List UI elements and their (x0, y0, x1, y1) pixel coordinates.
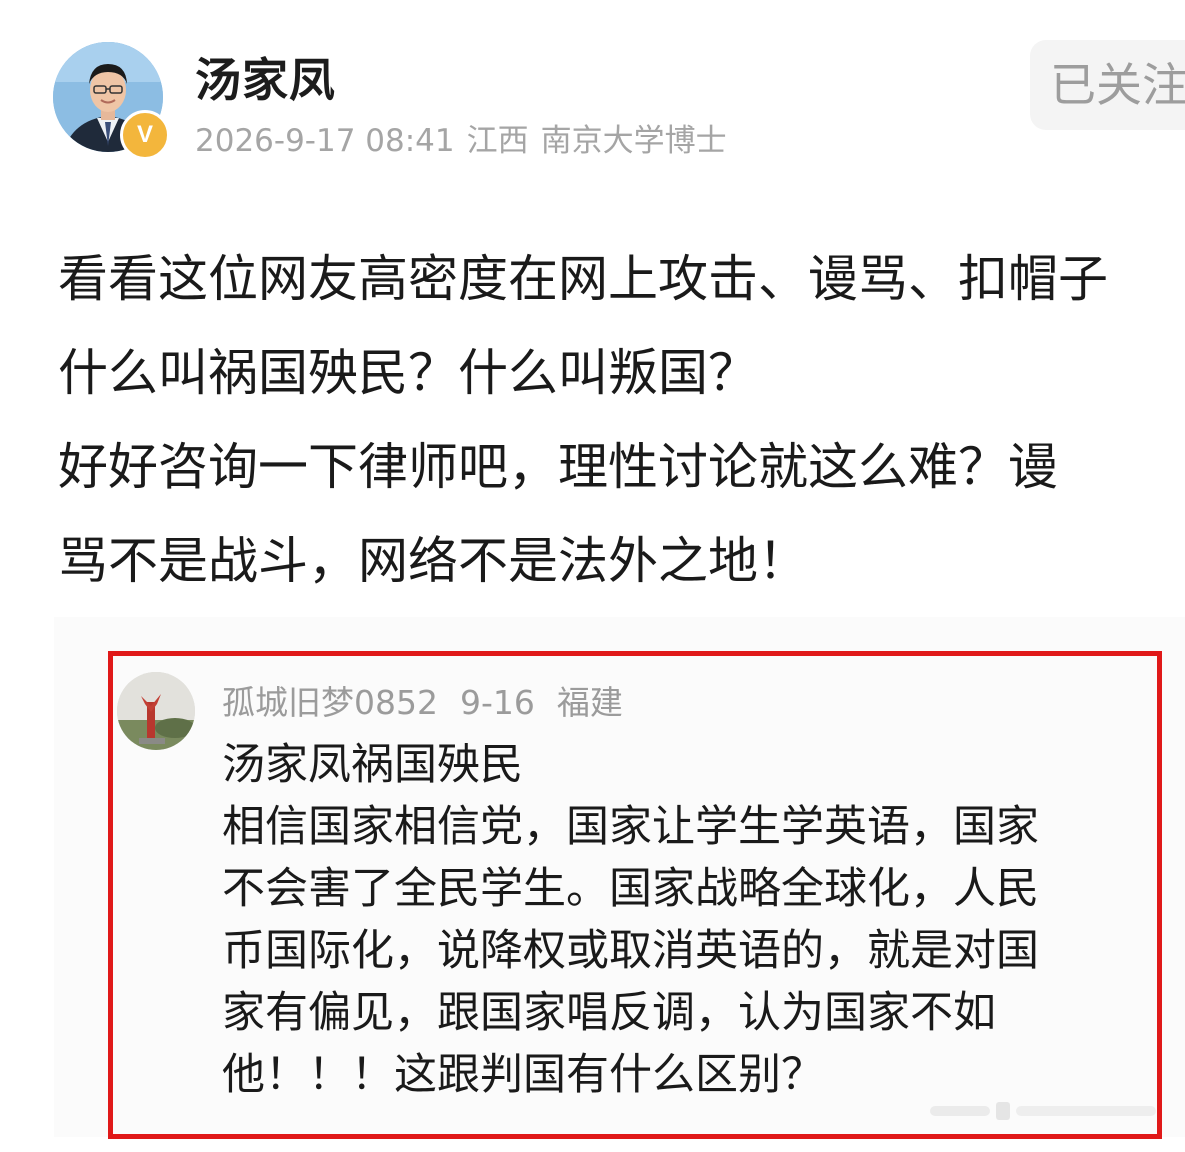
follow-button[interactable]: 已关注 (1030, 40, 1185, 130)
post-line: 什么叫祸国殃民？什么叫叛国？ (58, 344, 758, 402)
author-tag: 南京大学博士 (540, 123, 727, 159)
post-line: 看看这位网友高密度在网上攻击、谩骂、扣帽子 (58, 250, 1108, 308)
post-content: 看看这位网友高密度在网上攻击、谩骂、扣帽子 什么叫祸国殃民？什么叫叛国？ 好好咨… (58, 232, 1185, 608)
post-line: 骂不是战斗，网络不是法外之地！ (58, 532, 808, 590)
author-name[interactable]: 汤家凤 (195, 44, 336, 110)
post-location: 江西 (466, 123, 529, 159)
post-meta: 2026-9-17 08:41 江西 南京大学博士 (195, 115, 739, 160)
post-time: 2026-9-17 08:41 (195, 123, 455, 159)
red-highlight-frame (108, 651, 1162, 1139)
post-page: V 汤家凤 2026-9-17 08:41 江西 南京大学博士 已关注 看看这位网友… (0, 0, 1185, 1152)
watermark-icon (930, 1102, 1156, 1120)
post-line: 好好咨询一下律师吧，理性讨论就这么难？谩 (58, 438, 1058, 496)
verified-badge-icon: V (120, 110, 170, 160)
